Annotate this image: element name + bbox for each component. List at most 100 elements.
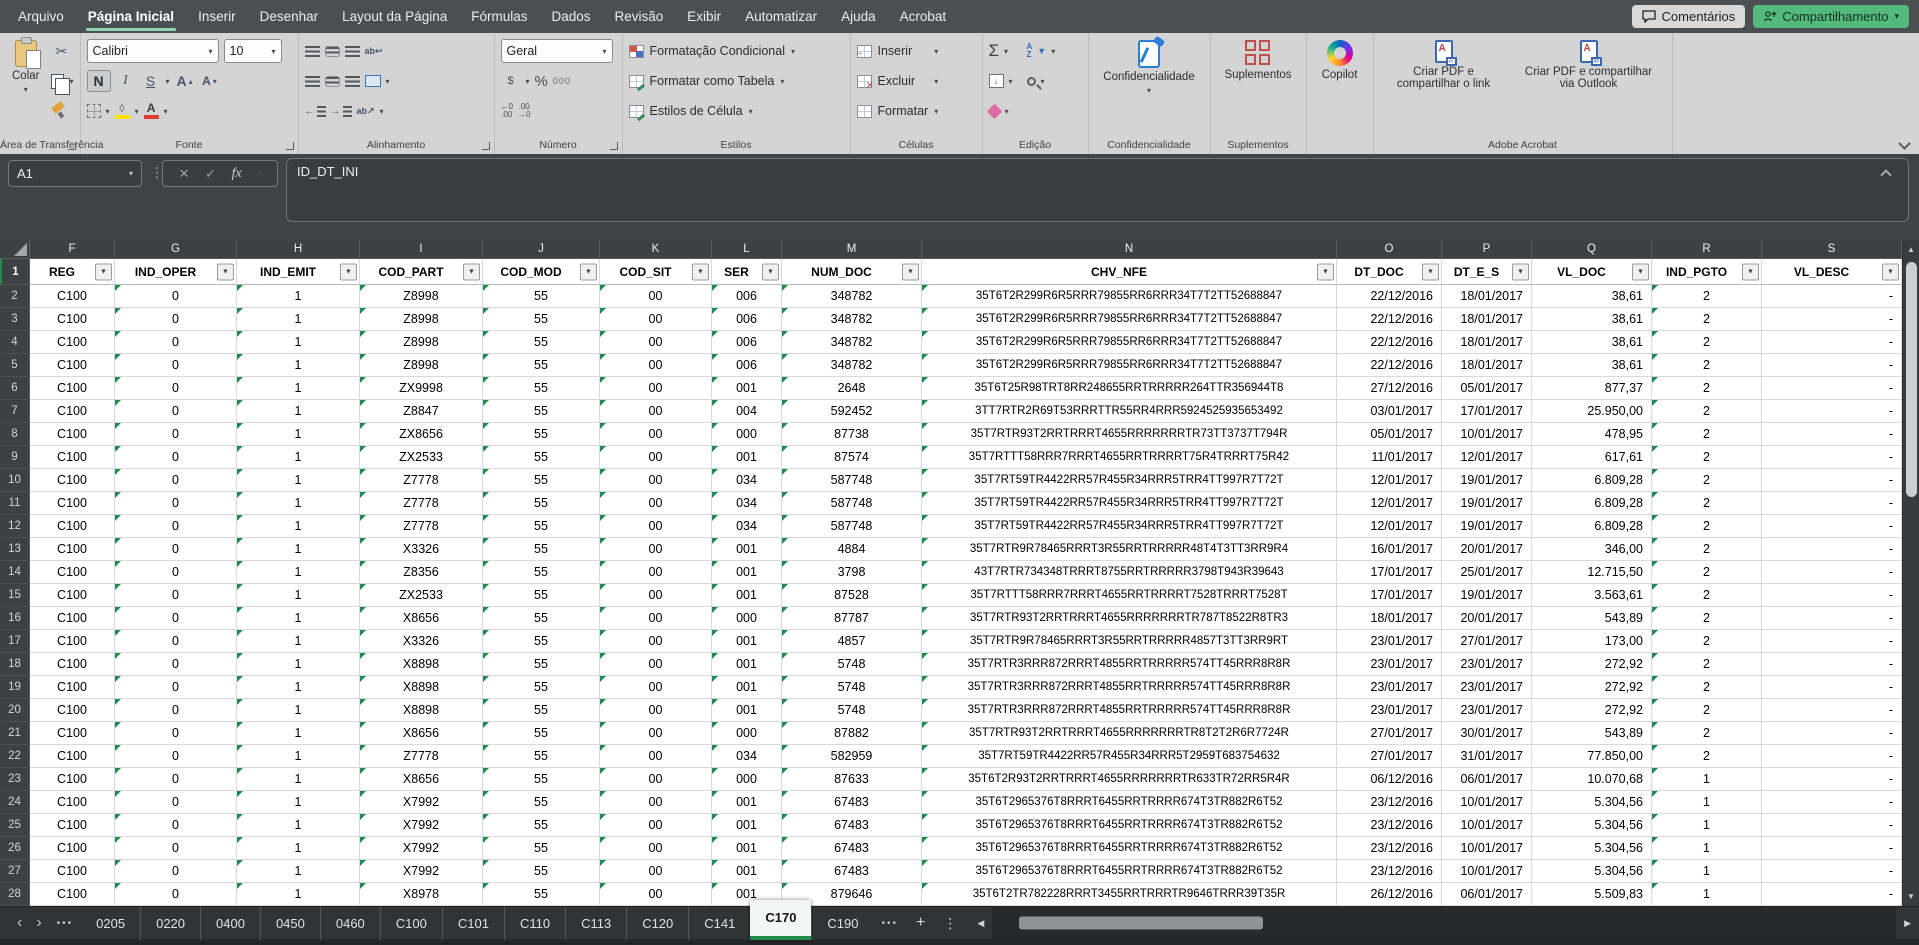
cell-K24[interactable]: 00 bbox=[600, 791, 712, 814]
field-header-SER[interactable]: SER▼ bbox=[712, 259, 782, 285]
format-as-table-button[interactable]: Formatar como Tabela ▾ bbox=[629, 68, 796, 94]
cell-O7[interactable]: 03/01/2017 bbox=[1337, 400, 1442, 423]
filter-button-DT_E_S[interactable]: ▼ bbox=[1512, 263, 1529, 280]
cell-M22[interactable]: 582959 bbox=[782, 745, 922, 768]
row-header-9[interactable]: 9 bbox=[0, 446, 30, 469]
cell-G19[interactable]: 0 bbox=[115, 676, 237, 699]
menu-tab-layout-da-página[interactable]: Layout da Página bbox=[330, 0, 459, 33]
font-name-combo[interactable]: Calibri▾ bbox=[87, 39, 219, 63]
cell-J13[interactable]: 55 bbox=[483, 538, 600, 561]
field-header-VL_DESC[interactable]: VL_DESC▼ bbox=[1762, 259, 1902, 285]
row-header-19[interactable]: 19 bbox=[0, 676, 30, 699]
cell-L4[interactable]: 006 bbox=[712, 331, 782, 354]
increase-font-button[interactable]: A▴ bbox=[175, 70, 195, 92]
decrease-font-button[interactable]: A▾ bbox=[200, 70, 220, 92]
cell-F7[interactable]: C100 bbox=[30, 400, 115, 423]
cell-F18[interactable]: C100 bbox=[30, 653, 115, 676]
cell-R20[interactable]: 2 bbox=[1652, 699, 1762, 722]
horizontal-scrollbar[interactable]: ◀ ▶ bbox=[969, 907, 1919, 939]
menu-tab-arquivo[interactable]: Arquivo bbox=[6, 0, 76, 33]
field-header-NUM_DOC[interactable]: NUM_DOC▼ bbox=[782, 259, 922, 285]
sheet-tab-0220[interactable]: 0220 bbox=[140, 907, 200, 940]
underline-dropdown-arrow[interactable]: ▾ bbox=[166, 77, 170, 86]
cell-I17[interactable]: X3326 bbox=[360, 630, 483, 653]
cell-S3[interactable]: - bbox=[1762, 308, 1902, 331]
cell-H5[interactable]: 1 bbox=[237, 354, 360, 377]
merge-dropdown-arrow[interactable]: ▾ bbox=[386, 77, 390, 86]
row-header-21[interactable]: 21 bbox=[0, 722, 30, 745]
align-center-button[interactable] bbox=[325, 76, 340, 87]
cell-J25[interactable]: 55 bbox=[483, 814, 600, 837]
cell-H17[interactable]: 1 bbox=[237, 630, 360, 653]
cell-H16[interactable]: 1 bbox=[237, 607, 360, 630]
cell-L21[interactable]: 000 bbox=[712, 722, 782, 745]
cell-P4[interactable]: 18/01/2017 bbox=[1442, 331, 1532, 354]
scroll-right-arrow[interactable]: ▶ bbox=[1896, 918, 1919, 929]
cell-Q18[interactable]: 272,92 bbox=[1532, 653, 1652, 676]
cell-J20[interactable]: 55 bbox=[483, 699, 600, 722]
field-header-COD_SIT[interactable]: COD_SIT▼ bbox=[600, 259, 712, 285]
cell-L7[interactable]: 004 bbox=[712, 400, 782, 423]
cell-K26[interactable]: 00 bbox=[600, 837, 712, 860]
column-header-F[interactable]: F bbox=[30, 240, 115, 259]
sheet-tab-C113[interactable]: C113 bbox=[565, 907, 626, 940]
horizontal-scroll-track[interactable] bbox=[992, 907, 1896, 939]
cell-R21[interactable]: 2 bbox=[1652, 722, 1762, 745]
row-header-24[interactable]: 24 bbox=[0, 791, 30, 814]
row-header-14[interactable]: 14 bbox=[0, 561, 30, 584]
cell-S15[interactable]: - bbox=[1762, 584, 1902, 607]
pdf-link-button[interactable]: A∞ Criar PDF e compartilhar o link bbox=[1380, 38, 1508, 134]
cell-Q3[interactable]: 38,61 bbox=[1532, 308, 1652, 331]
row-header-8[interactable]: 8 bbox=[0, 423, 30, 446]
column-header-S[interactable]: S bbox=[1762, 240, 1902, 259]
wrap-text-button[interactable]: ab↩ bbox=[365, 46, 383, 57]
cell-L17[interactable]: 001 bbox=[712, 630, 782, 653]
cell-F25[interactable]: C100 bbox=[30, 814, 115, 837]
cell-K13[interactable]: 00 bbox=[600, 538, 712, 561]
field-header-REG[interactable]: REG▼ bbox=[30, 259, 115, 285]
menu-tab-ajuda[interactable]: Ajuda bbox=[829, 0, 888, 33]
cell-K3[interactable]: 00 bbox=[600, 308, 712, 331]
cell-F9[interactable]: C100 bbox=[30, 446, 115, 469]
cell-R17[interactable]: 2 bbox=[1652, 630, 1762, 653]
cell-N26[interactable]: 35T6T2965376T8RRRT6455RRTRRRR674T3TR882R… bbox=[922, 837, 1337, 860]
find-select-arrow[interactable]: ▾ bbox=[1041, 77, 1045, 86]
cell-G18[interactable]: 0 bbox=[115, 653, 237, 676]
cell-M13[interactable]: 4884 bbox=[782, 538, 922, 561]
cell-K15[interactable]: 00 bbox=[600, 584, 712, 607]
cell-K27[interactable]: 00 bbox=[600, 860, 712, 883]
cell-P10[interactable]: 19/01/2017 bbox=[1442, 469, 1532, 492]
cell-O19[interactable]: 23/01/2017 bbox=[1337, 676, 1442, 699]
sheet-tab-C190[interactable]: C190 bbox=[811, 907, 873, 940]
cell-G9[interactable]: 0 bbox=[115, 446, 237, 469]
cell-N6[interactable]: 35T6T25R98TRT8RR248655RRTRRRRR264TTR3569… bbox=[922, 377, 1337, 400]
cell-J9[interactable]: 55 bbox=[483, 446, 600, 469]
cell-Q10[interactable]: 6.809,28 bbox=[1532, 469, 1652, 492]
cell-G11[interactable]: 0 bbox=[115, 492, 237, 515]
cell-K9[interactable]: 00 bbox=[600, 446, 712, 469]
cell-M19[interactable]: 5748 bbox=[782, 676, 922, 699]
cell-R3[interactable]: 2 bbox=[1652, 308, 1762, 331]
cell-K28[interactable]: 00 bbox=[600, 883, 712, 906]
cell-P23[interactable]: 06/01/2017 bbox=[1442, 768, 1532, 791]
cell-I3[interactable]: Z8998 bbox=[360, 308, 483, 331]
cell-M16[interactable]: 87787 bbox=[782, 607, 922, 630]
cell-O17[interactable]: 23/01/2017 bbox=[1337, 630, 1442, 653]
column-header-G[interactable]: G bbox=[115, 240, 237, 259]
cell-I21[interactable]: X8656 bbox=[360, 722, 483, 745]
row-header-5[interactable]: 5 bbox=[0, 354, 30, 377]
cell-I20[interactable]: X8898 bbox=[360, 699, 483, 722]
cell-P16[interactable]: 20/01/2017 bbox=[1442, 607, 1532, 630]
cell-I25[interactable]: X7992 bbox=[360, 814, 483, 837]
cell-Q21[interactable]: 543,89 bbox=[1532, 722, 1652, 745]
cell-R15[interactable]: 2 bbox=[1652, 584, 1762, 607]
comments-button[interactable]: Comentários bbox=[1632, 5, 1746, 28]
cell-N22[interactable]: 35T7RT59TR4422RR57R455R34RRR5T2959T68375… bbox=[922, 745, 1337, 768]
cell-O28[interactable]: 26/12/2016 bbox=[1337, 883, 1442, 906]
cell-S17[interactable]: - bbox=[1762, 630, 1902, 653]
row-header-13[interactable]: 13 bbox=[0, 538, 30, 561]
cell-G4[interactable]: 0 bbox=[115, 331, 237, 354]
cell-L27[interactable]: 001 bbox=[712, 860, 782, 883]
cell-R2[interactable]: 2 bbox=[1652, 285, 1762, 308]
cell-G28[interactable]: 0 bbox=[115, 883, 237, 906]
